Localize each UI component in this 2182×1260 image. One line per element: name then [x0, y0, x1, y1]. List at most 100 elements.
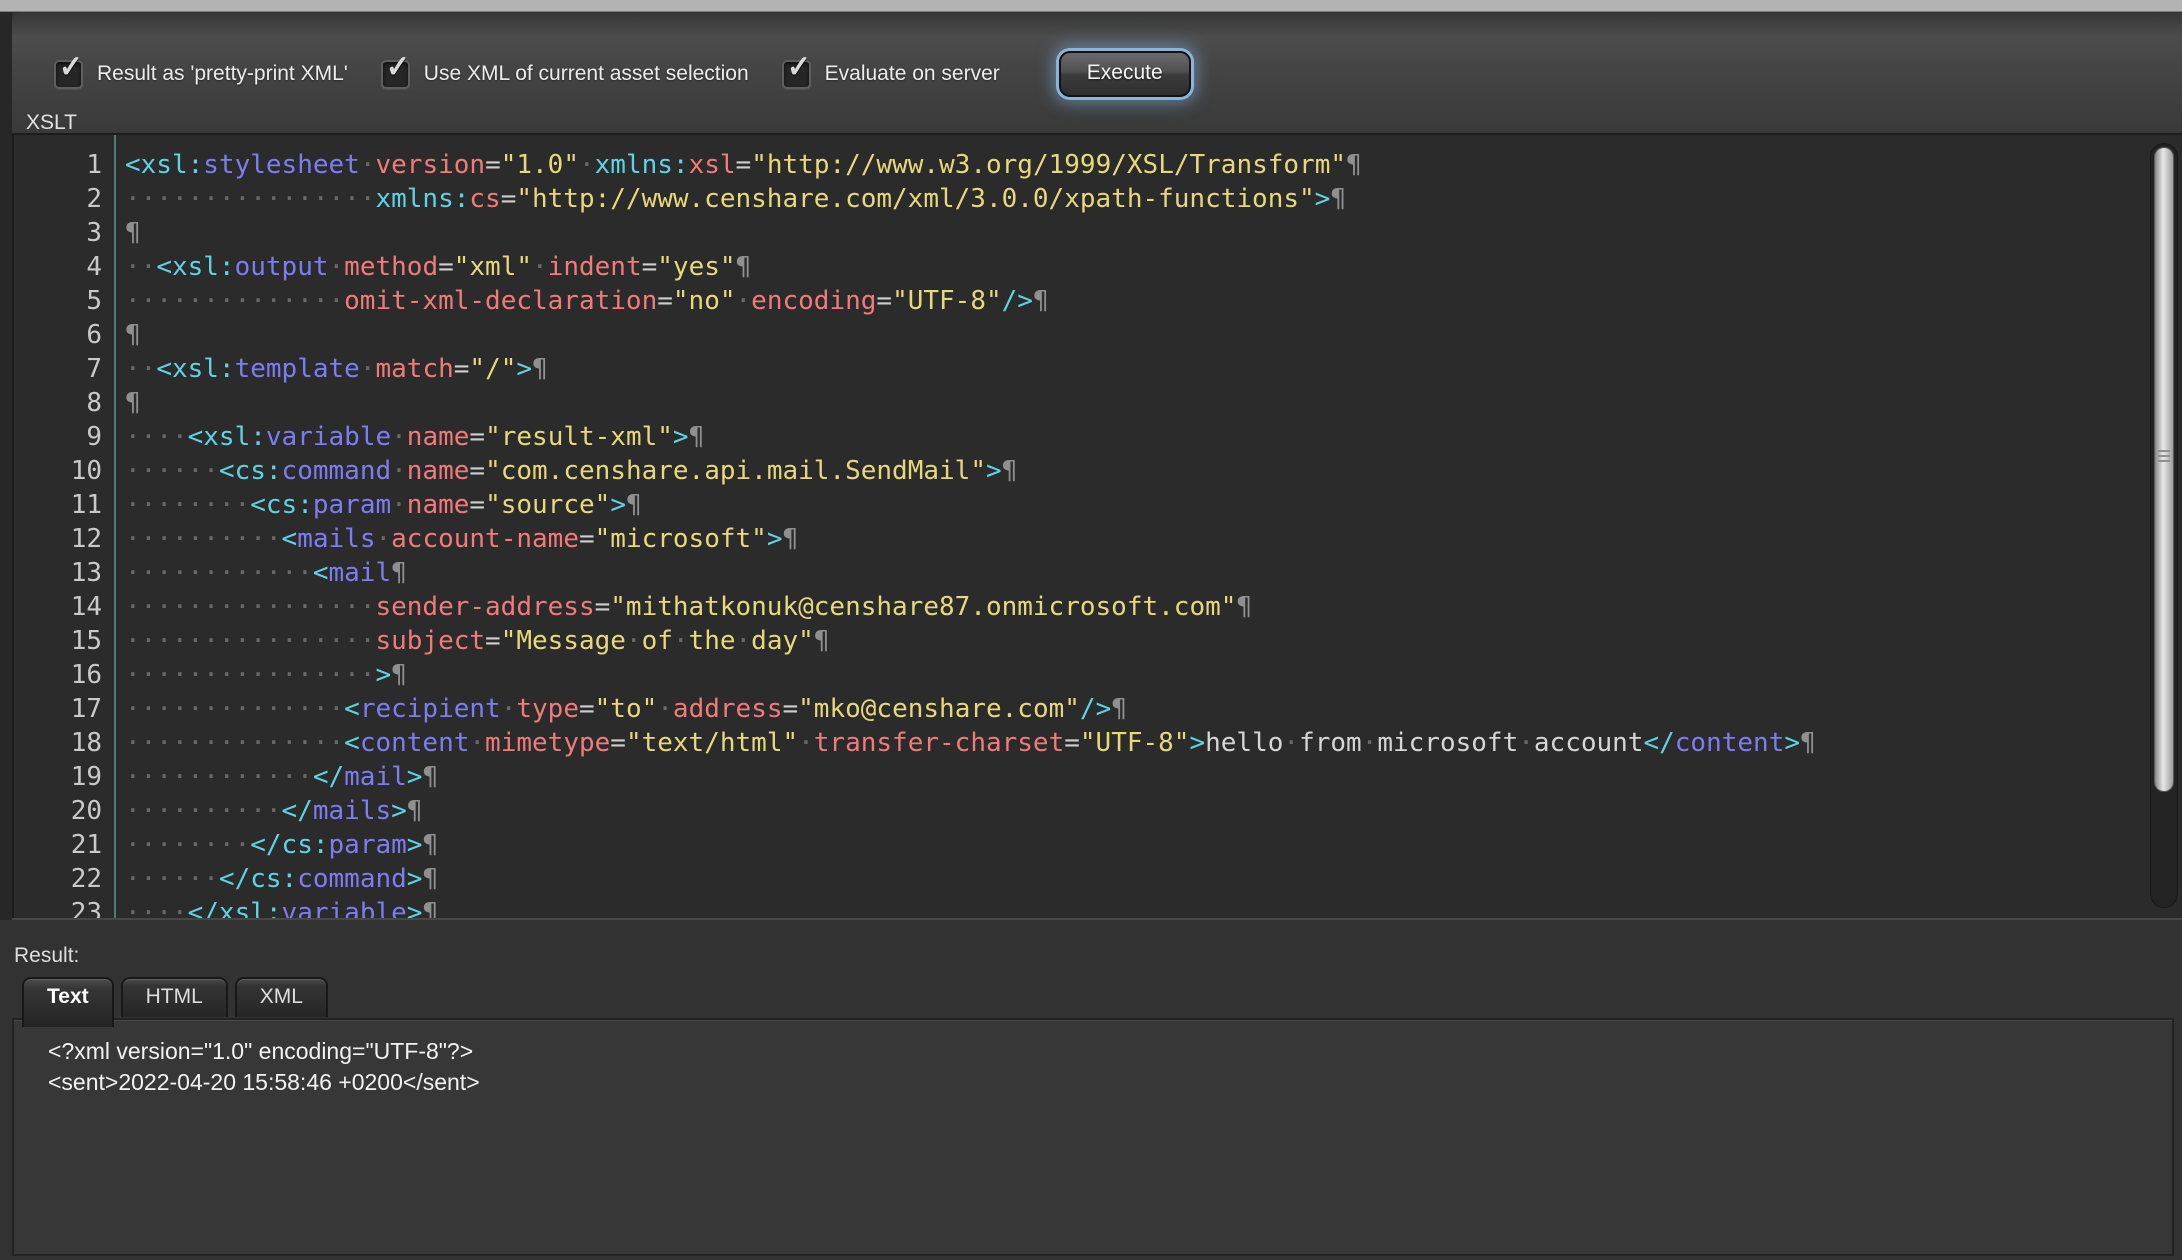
code-line[interactable]: 18··············<content·mimetype="text/…: [14, 726, 2182, 760]
result-tabs: TextHTMLXML: [22, 977, 335, 1027]
code-line[interactable]: 21········</cs:param>¶: [14, 828, 2182, 862]
code-line[interactable]: 23····</xsl:variable>¶: [14, 896, 2182, 918]
checkbox-option-3: ✓ Evaluate on server: [782, 60, 1000, 89]
code-line[interactable]: 8¶: [14, 386, 2182, 420]
line-number: 8: [14, 386, 114, 420]
window-top-edge: [0, 0, 2182, 12]
checkbox-option-2: ✓ Use XML of current asset selection: [381, 60, 749, 89]
code-line[interactable]: 11········<cs:param·name="source">¶: [14, 488, 2182, 522]
line-number: 4: [14, 250, 114, 284]
line-number: 9: [14, 420, 114, 454]
checkmark-icon: ✓: [386, 49, 410, 85]
code-text: ········<cs:param·name="source">¶: [114, 488, 642, 522]
code-text: ··<xsl:output·method="xml"·indent="yes"¶: [114, 250, 751, 284]
result-section-label: Result:: [14, 944, 79, 968]
code-text: ····<xsl:variable·name="result-xml">¶: [114, 420, 704, 454]
checkbox-option-1: ✓ Result as 'pretty-print XML': [54, 60, 348, 89]
line-number: 6: [14, 318, 114, 352]
code-line[interactable]: 12··········<mails·account-name="microso…: [14, 522, 2182, 556]
tab-text[interactable]: Text: [22, 977, 114, 1027]
code-text: ············</mail>¶: [114, 760, 438, 794]
checkbox-label: Use XML of current asset selection: [424, 62, 749, 86]
code-line[interactable]: 15················subject="Message·of·th…: [14, 624, 2182, 658]
editor-vertical-scrollbar[interactable]: [2150, 143, 2178, 908]
code-text: ¶: [114, 318, 141, 352]
code-line[interactable]: 16················>¶: [14, 658, 2182, 692]
line-number: 16: [14, 658, 114, 692]
line-number: 7: [14, 352, 114, 386]
checkbox-label: Result as 'pretty-print XML': [97, 62, 348, 86]
xslt-section-label: XSLT: [26, 111, 77, 135]
code-text: ¶: [114, 386, 141, 420]
code-line[interactable]: 10······<cs:command·name="com.censhare.a…: [14, 454, 2182, 488]
code-line[interactable]: 1<xsl:stylesheet·version="1.0"·xmlns:xsl…: [14, 148, 2182, 182]
line-number: 15: [14, 624, 114, 658]
tab-html[interactable]: HTML: [121, 977, 228, 1017]
checkbox[interactable]: ✓: [782, 60, 811, 89]
result-output-line: <sent>2022-04-20 15:58:46 +0200</sent>: [48, 1067, 2162, 1098]
code-text: <xsl:stylesheet·version="1.0"·xmlns:xsl=…: [114, 148, 1362, 182]
line-number: 11: [14, 488, 114, 522]
line-number: 13: [14, 556, 114, 590]
code-line[interactable]: 9····<xsl:variable·name="result-xml">¶: [14, 420, 2182, 454]
code-line[interactable]: 13············<mail¶: [14, 556, 2182, 590]
line-number: 10: [14, 454, 114, 488]
toolbar-panel: ✓ Result as 'pretty-print XML' ✓ Use XML of…: [12, 11, 2182, 133]
code-text: ¶: [114, 216, 141, 250]
code-line[interactable]: 6¶: [14, 318, 2182, 352]
code-lines: 1<xsl:stylesheet·version="1.0"·xmlns:xsl…: [14, 135, 2182, 918]
checkbox[interactable]: ✓: [54, 60, 83, 89]
code-text: ··············<recipient·type="to"·addre…: [114, 692, 1127, 726]
scrollbar-grip-icon: [2158, 450, 2170, 463]
code-text: ········</cs:param>¶: [114, 828, 438, 862]
result-panel: <?xml version="1.0" encoding="UTF-8"?><s…: [12, 1018, 2174, 1256]
tab-xml[interactable]: XML: [235, 977, 328, 1017]
code-line[interactable]: 17··············<recipient·type="to"·add…: [14, 692, 2182, 726]
checkmark-icon: ✓: [787, 49, 811, 85]
code-line[interactable]: 19············</mail>¶: [14, 760, 2182, 794]
line-number: 1: [14, 148, 114, 182]
code-line[interactable]: 14················sender-address="mithat…: [14, 590, 2182, 624]
line-number: 12: [14, 522, 114, 556]
result-output-line: <?xml version="1.0" encoding="UTF-8"?>: [48, 1036, 2162, 1067]
code-text: ················subject="Message·of·the·…: [114, 624, 829, 658]
code-text: ············<mail¶: [114, 556, 407, 590]
code-text: ··············<content·mimetype="text/ht…: [114, 726, 1816, 760]
line-number: 2: [14, 182, 114, 216]
code-line[interactable]: 20··········</mails>¶: [14, 794, 2182, 828]
code-line[interactable]: 3¶: [14, 216, 2182, 250]
options-row: ✓ Result as 'pretty-print XML' ✓ Use XML of…: [54, 51, 1191, 97]
checkbox[interactable]: ✓: [381, 60, 410, 89]
code-text: ······</cs:command>¶: [114, 862, 438, 896]
code-text: ····</xsl:variable>¶: [114, 896, 438, 918]
checkmark-icon: ✓: [59, 49, 83, 85]
window-left-margin: [0, 0, 12, 920]
line-number: 20: [14, 794, 114, 828]
code-text: ··············omit-xml-declaration="no"·…: [114, 284, 1049, 318]
code-line[interactable]: 7··<xsl:template·match="/">¶: [14, 352, 2182, 386]
line-number: 18: [14, 726, 114, 760]
code-line[interactable]: 4··<xsl:output·method="xml"·indent="yes"…: [14, 250, 2182, 284]
checkbox-label: Evaluate on server: [825, 62, 1000, 86]
execute-button[interactable]: Execute: [1059, 51, 1191, 97]
line-number: 5: [14, 284, 114, 318]
code-text: ··<xsl:template·match="/">¶: [114, 352, 548, 386]
code-line[interactable]: 2················xmlns:cs="http://www.ce…: [14, 182, 2182, 216]
line-number: 21: [14, 828, 114, 862]
line-number: 3: [14, 216, 114, 250]
code-text: ··········<mails·account-name="microsoft…: [114, 522, 798, 556]
line-number: 22: [14, 862, 114, 896]
line-number: 14: [14, 590, 114, 624]
scrollbar-thumb[interactable]: [2154, 147, 2174, 792]
code-text: ················>¶: [114, 658, 407, 692]
code-text: ················xmlns:cs="http://www.cen…: [114, 182, 1346, 216]
result-output-text: <?xml version="1.0" encoding="UTF-8"?><s…: [14, 1020, 2172, 1098]
line-number: 23: [14, 896, 114, 918]
code-line[interactable]: 22······</cs:command>¶: [14, 862, 2182, 896]
code-text: ······<cs:command·name="com.censhare.api…: [114, 454, 1017, 488]
code-text: ··········</mails>¶: [114, 794, 422, 828]
code-text: ················sender-address="mithatko…: [114, 590, 1252, 624]
code-line[interactable]: 5··············omit-xml-declaration="no"…: [14, 284, 2182, 318]
xslt-code-editor[interactable]: 1<xsl:stylesheet·version="1.0"·xmlns:xsl…: [12, 133, 2182, 918]
line-number: 17: [14, 692, 114, 726]
